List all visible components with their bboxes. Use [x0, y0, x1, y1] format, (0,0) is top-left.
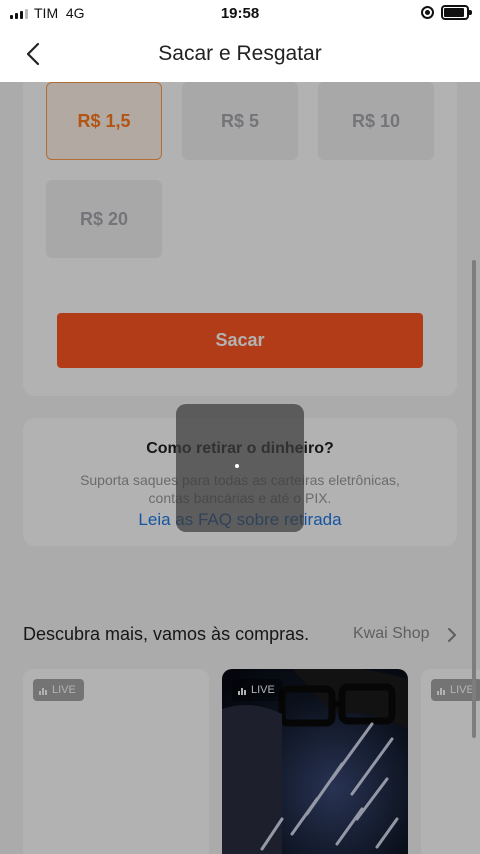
battery-icon: [441, 5, 472, 20]
scrollbar[interactable]: [472, 260, 476, 738]
orientation-lock-icon: [421, 6, 434, 19]
page-title: Sacar e Resgatar: [158, 42, 322, 65]
status-bar: TIM 4G 19:58: [0, 0, 480, 26]
nav-header: Sacar e Resgatar: [0, 26, 480, 82]
loading-indicator: [176, 404, 304, 532]
spinner-icon: [235, 464, 239, 468]
clock: 19:58: [220, 5, 260, 22]
